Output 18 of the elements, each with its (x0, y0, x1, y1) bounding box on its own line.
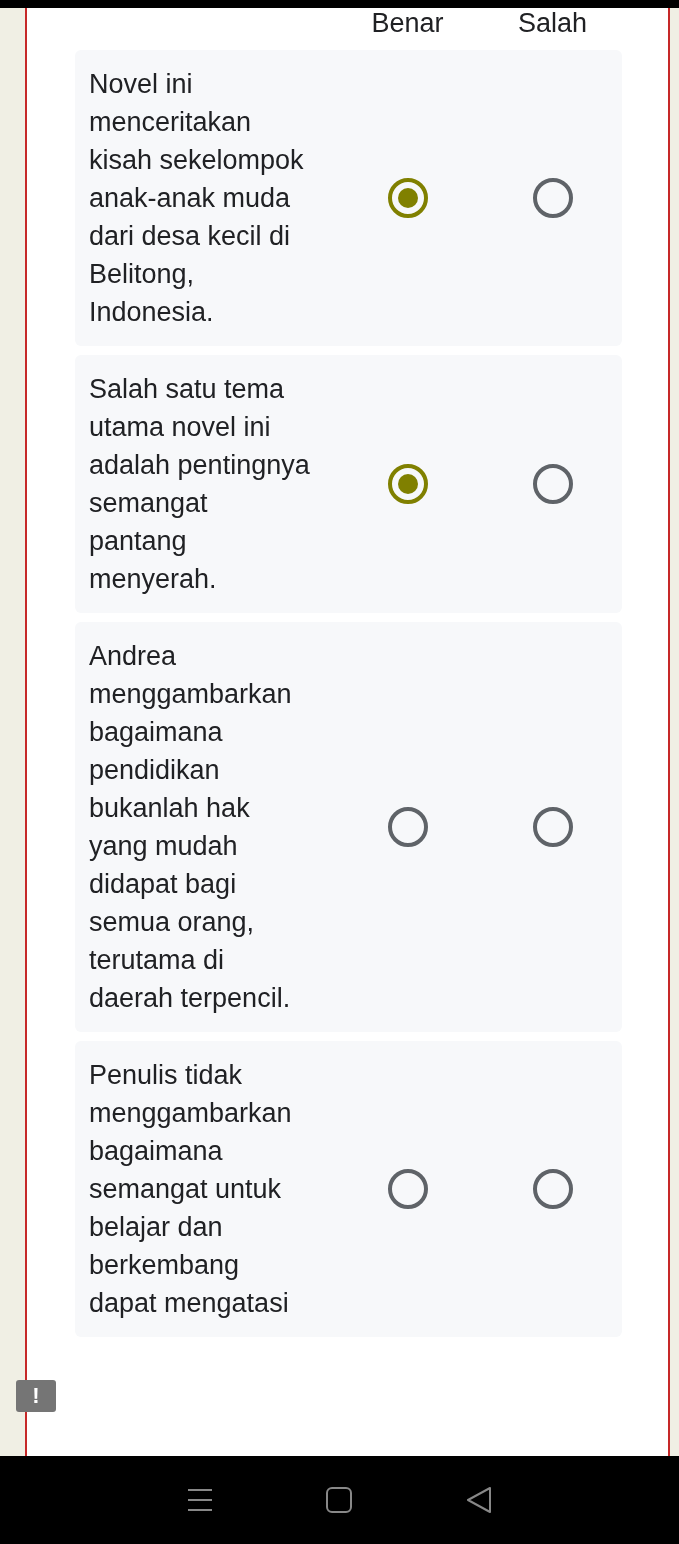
back-icon[interactable] (466, 1487, 493, 1513)
radio-button[interactable] (387, 807, 428, 847)
radio-button[interactable] (387, 178, 428, 218)
statement-text: Novel ini menceritakan kisah sekelompok anak-anak muda dari desa kecil di Belitong, Indonesia. (88, 68, 305, 329)
statement-text: Salah satu tema utama novel ini adalah pentingnya semangat pantang menyerah. (88, 373, 311, 596)
statement-text: Penulis tidak menggambarkan bagaimana semangat untuk belajar dan berkembang dapat mengatasi (88, 1059, 293, 1320)
home-icon[interactable] (326, 1487, 353, 1513)
feedback-badge[interactable]: ! (16, 1380, 56, 1412)
radio-button[interactable] (532, 807, 573, 847)
radio-button[interactable] (387, 464, 428, 504)
statement-text: Andrea menggambarkan bagaimana pendidikan bukanlah hak yang mudah didapat bagi semua orang, terutama di daerah terpencil. (88, 640, 293, 1015)
radio-button[interactable] (532, 464, 573, 504)
radio-button[interactable] (532, 1169, 573, 1209)
column-header: Salah (517, 8, 588, 38)
menu-icon[interactable] (186, 1488, 213, 1512)
radio-button[interactable] (387, 1169, 428, 1209)
radio-button[interactable] (532, 178, 573, 218)
column-header: Benar (371, 8, 444, 38)
